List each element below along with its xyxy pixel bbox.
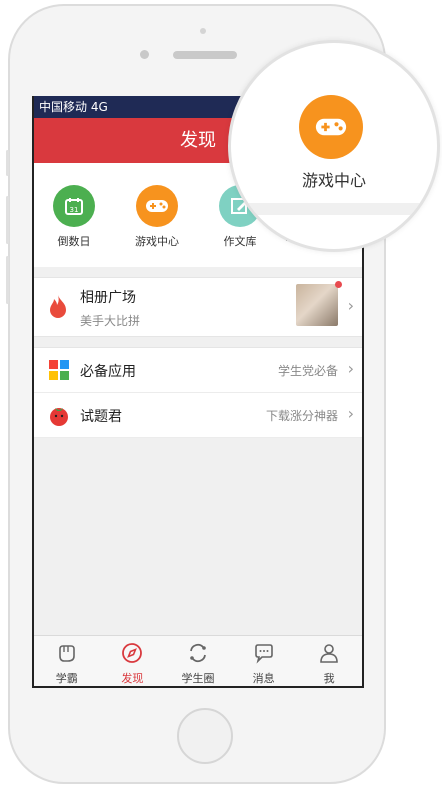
tab-discover[interactable]: 发现 [100,636,166,686]
proximity-sensor [200,28,206,34]
list-item-essential-apps[interactable]: 必备应用 学生党必备 › [34,348,362,393]
tab-student-circle[interactable]: 学生圈 [165,636,231,686]
gamepad-icon [299,95,363,159]
circle-arrows-icon [190,643,206,663]
tab-xueba[interactable]: 学霸 [34,636,100,686]
home-button[interactable] [177,708,233,764]
quick-item-countdown[interactable]: 31 倒数日 [44,185,104,249]
quick-item-label: 作文库 [223,235,257,248]
gamepad-icon [136,185,178,227]
album-subtitle: 美手大比拼 [80,314,141,328]
flame-icon [50,295,66,318]
svg-text:31: 31 [70,206,79,214]
magnifier-callout: 游戏中心 [228,40,440,252]
calendar-icon: 31 [53,185,95,227]
magnifier-label: 游戏中心 [301,171,366,190]
earpiece-speaker [173,51,237,59]
volume-up-button [6,196,9,244]
list-item-quiz[interactable]: 试题君 下载涨分神器 › [34,393,362,438]
volume-down-button [6,256,9,304]
carrier-label: 中国移动 4G [39,100,108,114]
album-title: 相册广场 [80,290,136,306]
compass-icon [122,643,143,663]
chevron-right-icon: › [347,359,354,378]
tab-label: 学霸 [55,672,78,685]
app-list: 必备应用 学生党必备 › 试题君 下载涨分神器 › [34,347,362,438]
tomato-icon [50,408,68,426]
quick-item-game-center[interactable]: 游戏中心 [127,185,187,249]
tab-label: 消息 [252,672,275,685]
list-item-title: 试题君 [80,409,122,425]
quick-item-label: 游戏中心 [135,235,179,248]
notification-dot [335,281,342,288]
album-thumbnail [296,284,338,326]
apps-grid-icon [49,360,69,380]
mute-switch [6,150,9,176]
list-item-title: 必备应用 [80,364,136,380]
page-title: 发现 [180,130,216,151]
tab-label: 发现 [121,672,144,685]
person-icon [320,644,338,663]
tab-label: 学生圈 [181,672,215,685]
tab-label: 我 [323,672,335,685]
magnifier-divider [231,203,437,215]
chevron-right-icon: › [347,296,354,315]
album-square-row[interactable]: 相册广场 美手大比拼 › [34,277,362,337]
front-camera [140,50,149,59]
bottom-tab-bar: 学霸 发现 学生圈 消息 我 [34,635,362,686]
quick-item-label: 倒数日 [57,235,91,248]
tab-messages[interactable]: 消息 [231,636,297,686]
chevron-right-icon: › [347,404,354,423]
list-item-caption: 学生党必备 [277,364,338,378]
list-item-caption: 下载涨分神器 [265,409,338,423]
tab-me[interactable]: 我 [296,636,362,686]
chat-bubble-icon [254,644,273,664]
fist-icon [58,645,75,662]
